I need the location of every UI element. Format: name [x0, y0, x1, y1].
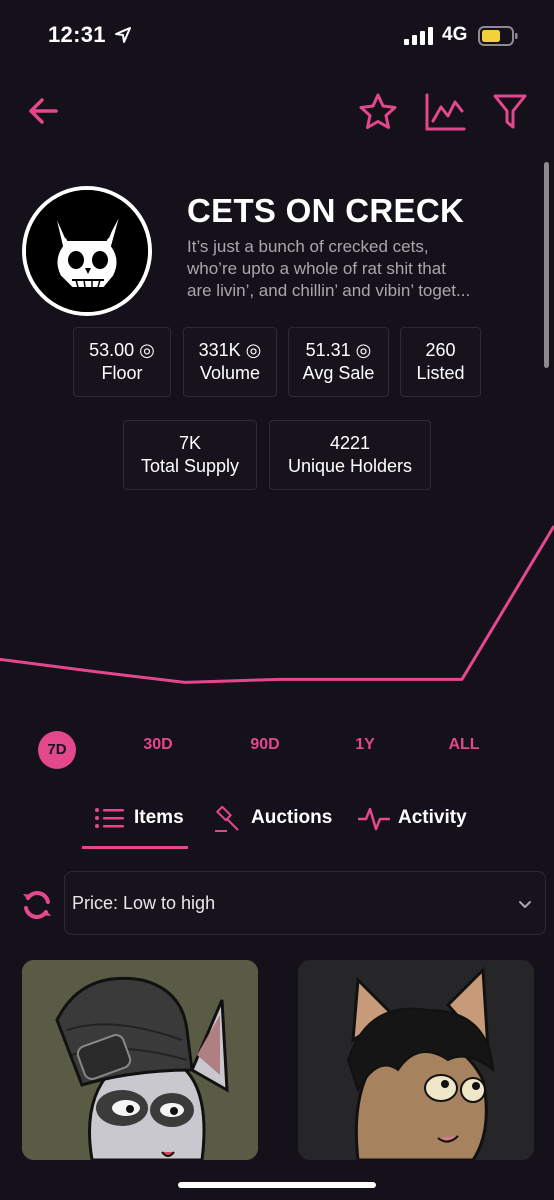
- price-chart: [0, 525, 554, 684]
- collection-description: It’s just a bunch of crecked cets, who’r…: [187, 236, 527, 302]
- stat-label: Total Supply: [140, 456, 240, 476]
- tab-auctions[interactable]: Auctions: [213, 800, 332, 836]
- price-series-line: [0, 525, 554, 684]
- nft-image-haired-cat: [298, 960, 534, 1160]
- stat-value: 260: [425, 340, 456, 360]
- cellular-signal-icon: [404, 27, 433, 45]
- status-time: 12:31: [48, 22, 106, 47]
- tab-items[interactable]: Items: [94, 800, 184, 836]
- description-line: are livin’, and chillin’ and vibin’ toge…: [187, 281, 471, 300]
- stat-label: Avg Sale: [302, 363, 375, 383]
- refresh-icon[interactable]: [20, 888, 54, 922]
- stat-label: Unique Holders: [287, 456, 413, 476]
- active-tab-indicator: [82, 846, 188, 849]
- range-tab-1y[interactable]: 1Y: [340, 736, 390, 754]
- sort-dropdown[interactable]: Price: Low to high: [64, 871, 546, 935]
- stat-volume: 331K ◎ Volume: [183, 327, 277, 397]
- stat-avg-sale: 51.31 ◎ Avg Sale: [288, 327, 389, 397]
- star-icon[interactable]: [358, 92, 398, 132]
- network-type: 4G: [442, 24, 468, 45]
- description-line: It’s just a bunch of crecked cets,: [187, 237, 429, 256]
- stat-value: 331K ◎: [198, 340, 262, 360]
- nft-image-sphynx-cat: [22, 960, 258, 1160]
- stat-value: 51.31 ◎: [305, 340, 372, 360]
- funnel-icon[interactable]: [492, 92, 528, 132]
- battery-icon: [478, 26, 518, 46]
- scroll-indicator[interactable]: [544, 162, 549, 368]
- stat-listed: 260 Listed: [400, 327, 481, 397]
- tab-auctions-label: Auctions: [251, 807, 333, 828]
- sort-selected-value: Price: Low to high: [72, 892, 216, 913]
- arrow-left-icon[interactable]: [24, 92, 62, 130]
- home-indicator[interactable]: [178, 1182, 376, 1188]
- cat-skull-logo: [26, 190, 148, 312]
- collection-avatar: [22, 186, 152, 316]
- range-tab-30d[interactable]: 30D: [130, 736, 186, 754]
- stat-label: Listed: [416, 363, 465, 383]
- range-tab-90d[interactable]: 90D: [237, 736, 293, 754]
- description-line: who’re upto a whole of rat shit that: [187, 259, 446, 278]
- chevron-down-icon: [519, 901, 531, 908]
- stat-value: 53.00 ◎: [89, 340, 155, 360]
- nft-card[interactable]: [22, 960, 258, 1160]
- stat-floor: 53.00 ◎ Floor: [73, 327, 171, 397]
- stat-label: Floor: [101, 363, 143, 383]
- tab-items-label: Items: [134, 807, 184, 828]
- tab-activity-label: Activity: [398, 807, 467, 828]
- range-tab-all[interactable]: ALL: [438, 736, 490, 754]
- status-bar: 12:31 4G: [0, 0, 554, 72]
- line-chart-icon[interactable]: [424, 92, 466, 132]
- collection-title: CETS ON CRECK: [187, 192, 465, 229]
- stat-value: 4221: [329, 433, 371, 453]
- activity-pulse-icon: [358, 807, 390, 831]
- gavel-icon: [215, 805, 239, 832]
- list-icon: [95, 808, 124, 828]
- tab-activity[interactable]: Activity: [358, 800, 467, 836]
- location-arrow-icon: [115, 27, 131, 43]
- nft-card[interactable]: [298, 960, 534, 1160]
- range-tab-7d[interactable]: 7D: [38, 731, 76, 769]
- stat-label: Volume: [199, 363, 261, 383]
- stat-value: 7K: [178, 433, 202, 453]
